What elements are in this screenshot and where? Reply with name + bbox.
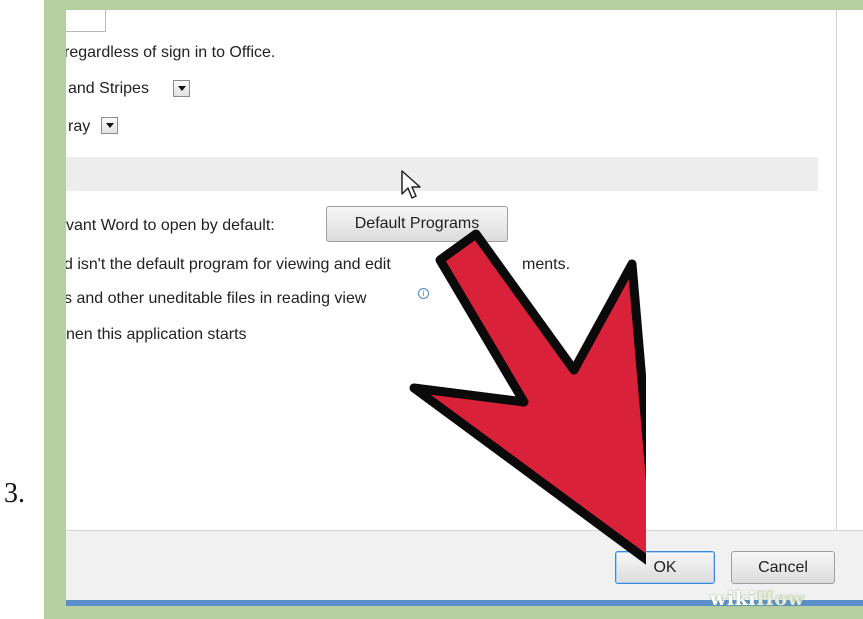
wikihow-watermark: wikiHow bbox=[710, 588, 804, 612]
top-input-field[interactable] bbox=[66, 10, 106, 32]
not-default-program-text: d isn't the default program for viewing … bbox=[66, 256, 391, 273]
office-theme-dropdown[interactable] bbox=[101, 117, 118, 134]
office-background-dropdown[interactable] bbox=[173, 80, 190, 97]
cancel-button[interactable]: Cancel bbox=[731, 551, 835, 584]
watermark-part2: How bbox=[755, 588, 805, 610]
red-pointer-arrow bbox=[409, 229, 646, 565]
office-background-value: and Stripes bbox=[68, 80, 149, 97]
office-theme-value: ray bbox=[68, 118, 91, 135]
start-screen-text: nen this application starts bbox=[66, 326, 247, 343]
reading-view-text: s and other uneditable files in reading … bbox=[66, 290, 367, 307]
default-programs-prompt: vant Word to open by default: bbox=[66, 217, 275, 234]
sign-in-text: regardless of sign in to Office. bbox=[66, 44, 276, 61]
word-options-dialog: regardless of sign in to Office. and Str… bbox=[66, 10, 863, 606]
section-header-band bbox=[66, 157, 818, 191]
content-divider bbox=[836, 10, 837, 530]
watermark-part1: wiki bbox=[710, 588, 756, 610]
step-number: 3. bbox=[4, 478, 25, 509]
mouse-pointer-icon bbox=[401, 170, 421, 199]
